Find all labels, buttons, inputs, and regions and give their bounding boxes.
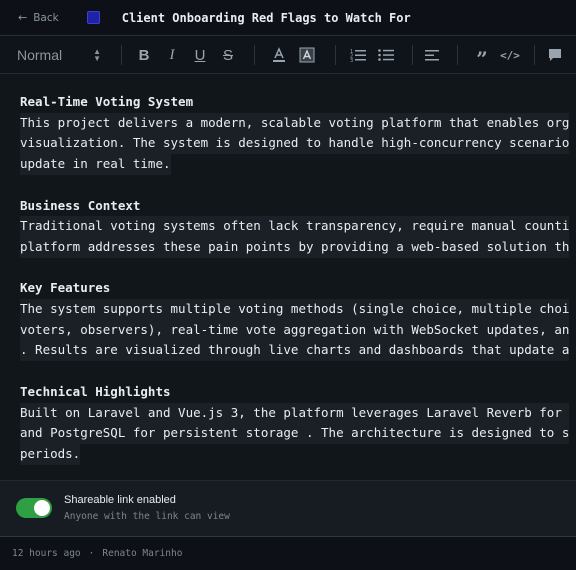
footer-separator: · (88, 548, 95, 559)
toggle-knob (34, 500, 50, 516)
text-color-icon (273, 47, 285, 62)
share-title: Shareable link enabled (64, 494, 176, 506)
section-heading: Key Features (20, 280, 111, 296)
last-edited-time: 12 hours ago (12, 548, 81, 559)
quote-icon: ” (476, 47, 488, 71)
comment-icon (549, 49, 561, 61)
select-updown-icon: ▲ ▼ (93, 47, 101, 63)
section-heading: Business Context (20, 197, 141, 213)
back-arrow-icon: ← (18, 11, 28, 24)
bold-button[interactable]: B (130, 43, 158, 67)
share-subtitle: Anyone with the link can view (64, 511, 230, 522)
author-name: Renato Marinho (102, 548, 183, 559)
paragraph-line: Built on Laravel and Vue.js 3, the platf… (20, 402, 570, 424)
footer: 12 hours ago · Renato Marinho (0, 536, 576, 570)
document-body: Real-Time Voting System This project deli… (20, 92, 576, 480)
toolbar-divider (412, 45, 413, 65)
paragraph-line: platform addresses these pain points by … (20, 236, 570, 258)
align-button[interactable] (419, 43, 447, 67)
paragraph-line: Traditional voting systems often lack tr… (20, 216, 570, 237)
ordered-list-icon: 1 2 3 (350, 49, 366, 62)
italic-icon: I (169, 46, 175, 63)
section-heading: Technical Highlights (20, 383, 171, 399)
section-heading: Real-Time Voting System (20, 94, 194, 109)
editor-toolbar: Normal ▲ ▼ B I U S 1 2 3 ” </> (0, 37, 576, 74)
page-title: Client Onboarding Red Flags to Watch For (121, 10, 411, 25)
italic-button[interactable]: I (158, 43, 186, 67)
paragraph-line: and PostgreSQL for persistent storage . … (20, 423, 570, 444)
bullet-list-icon (378, 49, 394, 61)
strikethrough-button[interactable]: S (214, 43, 242, 67)
toolbar-divider (335, 45, 336, 65)
document-section: Key Features The system supports multiple… (20, 278, 576, 362)
back-label: Back (33, 11, 59, 24)
back-button[interactable]: ← Back (18, 11, 59, 24)
document-color-swatch[interactable] (86, 11, 100, 24)
code-button[interactable]: </> (496, 43, 524, 67)
top-bar: ← Back Client Onboarding Red Flags to Wa… (0, 0, 576, 36)
document-section: Real-Time Voting System This project deli… (20, 92, 576, 175)
paragraph-line: visualization. The system is designed to… (20, 133, 570, 155)
svg-text:3: 3 (350, 58, 353, 62)
align-icon (425, 49, 439, 60)
editor-content[interactable]: Real-Time Voting System This project deli… (0, 74, 576, 480)
highlight-button[interactable] (293, 43, 321, 67)
comment-button[interactable] (541, 43, 569, 67)
highlight-icon (299, 47, 315, 63)
underline-button[interactable]: U (186, 43, 214, 67)
paragraph-line: update in real time. (20, 154, 171, 175)
paragraph-line: voters, observers), real-time vote aggre… (20, 319, 570, 341)
bold-icon: B (138, 46, 150, 64)
document-section: Technical Highlights Built on Laravel and… (20, 382, 576, 465)
block-style-select[interactable]: Normal ▲ ▼ (17, 47, 101, 63)
ordered-list-button[interactable]: 1 2 3 (344, 43, 372, 67)
code-icon: </> (500, 48, 520, 62)
toolbar-divider (121, 45, 122, 65)
block-style-value: Normal (17, 47, 63, 63)
paragraph-line: . Results are visualized through live ch… (20, 340, 570, 362)
underline-icon: U (194, 46, 206, 64)
document-section: Business Context Traditional voting syste… (20, 196, 576, 258)
paragraph-line: This project delivers a modern, scalable… (20, 112, 570, 134)
strikethrough-icon: S (222, 46, 233, 64)
share-toggle[interactable] (16, 498, 52, 518)
paragraph-line: periods. (20, 443, 81, 465)
toolbar-divider (457, 45, 458, 65)
toolbar-divider (254, 45, 255, 65)
share-panel: Shareable link enabled Anyone with the l… (0, 480, 576, 536)
quote-button[interactable]: ” (468, 43, 496, 71)
bullet-list-button[interactable] (372, 43, 400, 67)
toolbar-divider (534, 45, 535, 65)
paragraph-line: The system supports multiple voting meth… (20, 299, 570, 320)
text-color-button[interactable] (265, 43, 293, 67)
